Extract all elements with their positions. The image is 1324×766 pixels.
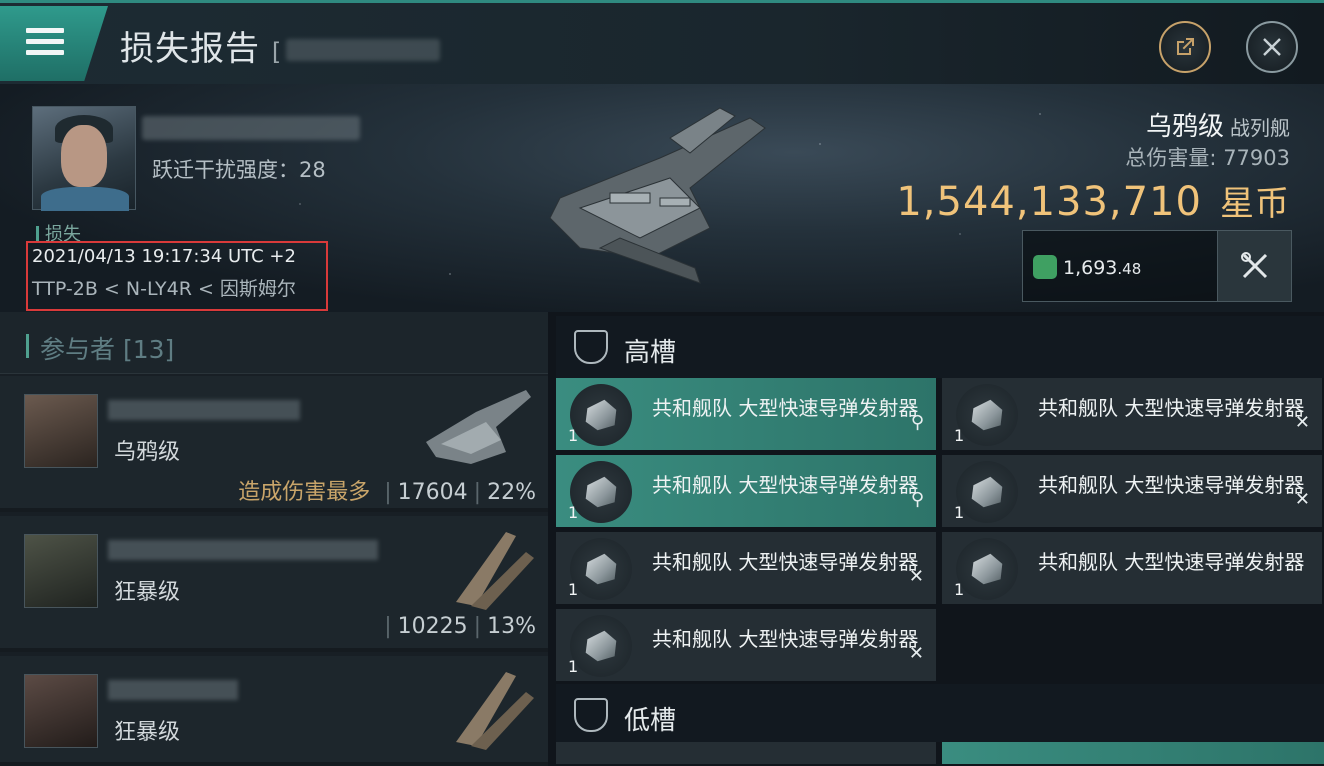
participant-avatar [24, 534, 98, 608]
participant-ship: 乌鸦级 [114, 440, 181, 465]
missile-launcher-icon [956, 461, 1018, 523]
loss-summary-panel: 跃迁干扰强度：28 损失 2021/04/13 19:17:34 UTC +2 … [0, 84, 1324, 312]
missile-launcher-icon [956, 384, 1018, 446]
module-item[interactable] [556, 742, 936, 764]
low-slot-header: 低槽 [556, 684, 1324, 742]
missile-launcher-icon [570, 384, 632, 446]
participant-avatar [24, 674, 98, 748]
title-bar: 损失报告 [ [0, 0, 1324, 84]
ship-render [549, 107, 766, 284]
participants-panel: 参与者 [13] 乌鸦级 造成伤害最多 | 17604 | 22% 狂暴级 | 10225… [0, 312, 548, 766]
victim-avatar[interactable] [32, 106, 136, 211]
participant-row[interactable]: 乌鸦级 造成伤害最多 | 17604 | 22% [0, 376, 548, 512]
participant-stats: 造成伤害最多 | 17604 | 22% [238, 480, 536, 505]
warp-scramble-strength: 跃迁干扰强度：28 [152, 158, 326, 182]
destroyed-icon: ✕ [908, 566, 924, 587]
loss-location-route[interactable]: TTP-2B < N-LY4R < 因斯姆尔 [32, 274, 296, 301]
total-damage: 总伤害量: 77903 [1125, 146, 1290, 170]
missile-launcher-icon [570, 615, 632, 677]
module-item[interactable]: 1 共和舰队 大型快速导弹发射器 ⚲ [556, 455, 936, 527]
high-slot-header: 高槽 [556, 316, 1324, 378]
participant-avatar [24, 394, 98, 468]
participant-ship: 狂暴级 [114, 580, 181, 605]
loss-value: 1,544,133,710 星币 [896, 179, 1290, 225]
destroyed-icon: ✕ [908, 643, 924, 664]
high-slot-icon [574, 330, 608, 364]
ship-type: 乌鸦级 战列舰 [1145, 112, 1290, 142]
wrench-screwdriver-icon [1240, 252, 1267, 279]
module-item[interactable]: 1 共和舰队 大型快速导弹发射器 ✕ [942, 455, 1322, 527]
module-item[interactable]: 1 共和舰队 大型快速导弹发射器 [942, 532, 1322, 604]
plex-value: 1,693.48 [1063, 257, 1142, 279]
page-title: 损失报告 [ [120, 29, 283, 69]
redacted-title-text [286, 39, 440, 61]
missile-launcher-icon [570, 538, 632, 600]
close-icon [1263, 38, 1281, 56]
participant-name-redacted [108, 540, 378, 560]
module-item[interactable]: 1 共和舰队 大型快速导弹发射器 ⚲ [556, 378, 936, 450]
plex-icon [1033, 255, 1057, 279]
low-slot-icon [574, 698, 608, 732]
menu-button[interactable] [0, 6, 108, 81]
module-item[interactable]: 1 共和舰队 大型快速导弹发射器 ✕ [942, 378, 1322, 450]
participant-name-redacted [108, 680, 238, 700]
close-button[interactable] [1246, 21, 1298, 73]
participant-ship-icon [456, 672, 534, 750]
plex-value-box: 1,693.48 [1022, 230, 1292, 302]
participants-header: 参与者 [13] [0, 312, 548, 374]
module-item[interactable]: 1 共和舰队 大型快速导弹发射器 ✕ [556, 609, 936, 681]
fitting-button[interactable] [1217, 231, 1291, 301]
victim-name-redacted [142, 116, 360, 140]
participant-row[interactable]: 狂暴级 | 10225 | 13% [0, 516, 548, 652]
dropped-icon: ⚲ [910, 489, 924, 510]
participant-row[interactable]: 狂暴级 [0, 656, 548, 766]
missile-launcher-icon [956, 538, 1018, 600]
participant-stats: | 10225 | 13% [384, 614, 536, 639]
dropped-icon: ⚲ [910, 412, 924, 433]
participant-ship: 狂暴级 [114, 720, 181, 745]
module-item[interactable]: 1 共和舰队 大型快速导弹发射器 ✕ [556, 532, 936, 604]
loss-timestamp: 2021/04/13 19:17:34 UTC +2 [32, 246, 296, 267]
external-link-icon [1177, 38, 1194, 55]
hamburger-icon [26, 28, 64, 56]
missile-launcher-icon [570, 461, 632, 523]
participant-ship-icon [456, 532, 534, 610]
participant-ship-icon [426, 390, 531, 464]
destroyed-icon: ✕ [1294, 412, 1310, 433]
participant-name-redacted [108, 400, 300, 420]
export-button[interactable] [1159, 21, 1211, 73]
destroyed-icon: ✕ [1294, 489, 1310, 510]
module-item[interactable] [942, 742, 1324, 764]
